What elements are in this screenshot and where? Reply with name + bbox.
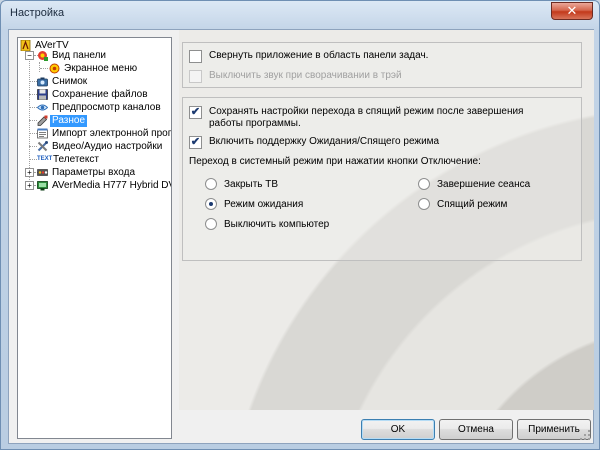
tree-item-save-files[interactable]: Сохранение файлов: [37, 88, 150, 101]
logoff-radio[interactable]: [418, 178, 430, 190]
logoff-label: Завершение сеанса: [437, 178, 531, 190]
save-sleep-settings-checkbox[interactable]: ✔: [189, 106, 202, 119]
mute-on-minimize-checkbox: [189, 70, 202, 83]
expand-toggle[interactable]: +: [25, 181, 34, 190]
shutdown-label: Выключить компьютер: [224, 218, 330, 230]
radio-shutdown[interactable]: Выключить компьютер: [205, 218, 329, 230]
tv-device-icon: [37, 181, 48, 191]
tree-item-tv-device[interactable]: AVerMedia H777 Hybrid DVB: [37, 179, 172, 192]
tree-item-panel-view[interactable]: Вид панели: [37, 49, 108, 62]
tree-item-label: Видео/Аудио настройки: [52, 140, 163, 152]
tree-item-label: Снимок: [52, 75, 88, 87]
minimize-to-tray-label: Свернуть приложение в область панели зад…: [209, 50, 429, 61]
sleep-label: Спящий режим: [437, 198, 508, 210]
dialog-client-area: AVerTV − Вид панели Экранное меню Снимок…: [8, 29, 594, 444]
resize-grip-icon[interactable]: [579, 429, 591, 441]
snapshot-icon: [37, 77, 48, 87]
tree-item-label: Предпросмотр каналов: [52, 101, 161, 113]
mute-on-minimize-option: Выключить звук при сворачивании в трэй: [189, 70, 402, 83]
tree-item-video-audio[interactable]: Видео/Аудио настройки: [37, 140, 164, 153]
close-tv-radio[interactable]: [205, 178, 217, 190]
tree-item-import-epg[interactable]: Импорт электронной прог: [37, 127, 172, 140]
close-tv-label: Закрыть ТВ: [224, 178, 279, 190]
standby-radio[interactable]: [205, 198, 217, 210]
tree-item-label: Разное: [50, 114, 88, 127]
tree-item-teletext[interactable]: TEXT Телетекст: [37, 153, 101, 166]
tray-options-group: Свернуть приложение в область панели зад…: [182, 42, 582, 88]
shutdown-radio[interactable]: [205, 218, 217, 230]
enable-standby-checkbox[interactable]: ✔: [189, 136, 202, 149]
teletext-icon: TEXT: [37, 156, 53, 162]
standby-label: Режим ожидания: [224, 198, 304, 210]
settings-window: Настройка ✕ AVerTV − Вид панели Экранное…: [0, 0, 600, 450]
close-icon: ✕: [566, 3, 578, 19]
tree-item-label: Сохранение файлов: [52, 88, 148, 100]
sleep-radio[interactable]: [418, 198, 430, 210]
tree-item-label: Телетекст: [53, 153, 99, 165]
mute-on-minimize-label: Выключить звук при сворачивании в трэй: [209, 70, 402, 81]
tools-icon: [37, 141, 48, 152]
tree-item-snapshot[interactable]: Снимок: [37, 75, 89, 88]
radio-standby[interactable]: Режим ожидания: [205, 198, 303, 210]
settings-tree[interactable]: AVerTV − Вид панели Экранное меню Снимок…: [17, 37, 172, 439]
power-options-group: ✔ Сохранять настройки перехода в спящий …: [182, 97, 582, 261]
tree-item-label: Параметры входа: [52, 166, 136, 178]
tree-item-label: Импорт электронной прог: [52, 127, 172, 139]
tree-item-misc[interactable]: Разное: [37, 114, 88, 127]
radio-sleep[interactable]: Спящий режим: [418, 198, 507, 210]
misc-icon: [37, 115, 48, 126]
off-button-action-label: Переход в системный режим при нажатии кн…: [189, 156, 481, 167]
save-sleep-settings-option[interactable]: ✔ Сохранять настройки перехода в спящий …: [189, 106, 549, 130]
tree-item-label: AVerMedia H777 Hybrid DVB: [52, 179, 172, 191]
eye-icon: [37, 104, 48, 111]
enable-standby-label: Включить поддержку Ожидания/Спящего режи…: [209, 136, 440, 147]
cancel-button[interactable]: Отмена: [439, 419, 513, 440]
tree-item-label: Вид панели: [52, 49, 107, 61]
close-button[interactable]: ✕: [551, 2, 593, 20]
expand-toggle[interactable]: +: [25, 168, 34, 177]
radio-logoff[interactable]: Завершение сеанса: [418, 178, 530, 190]
avertv-icon: [20, 40, 31, 51]
input-params-icon: [37, 169, 48, 176]
minimize-to-tray-option[interactable]: Свернуть приложение в область панели зад…: [189, 50, 428, 63]
save-disk-icon: [37, 89, 48, 100]
settings-panel: Свернуть приложение в область панели зад…: [179, 30, 594, 410]
panel-view-icon: [38, 51, 48, 61]
title-bar[interactable]: Настройка ✕: [1, 1, 599, 28]
enable-standby-option[interactable]: ✔ Включить поддержку Ожидания/Спящего ре…: [189, 136, 439, 149]
tree-item-channel-preview[interactable]: Предпросмотр каналов: [37, 101, 163, 114]
radio-close-tv[interactable]: Закрыть ТВ: [205, 178, 278, 190]
tree-item-label: Экранное меню: [64, 62, 138, 74]
import-epg-icon: [37, 128, 48, 139]
minimize-to-tray-checkbox[interactable]: [189, 50, 202, 63]
collapse-toggle[interactable]: −: [25, 51, 34, 60]
tree-item-input-params[interactable]: Параметры входа: [37, 166, 137, 179]
ok-button[interactable]: OK: [361, 419, 435, 440]
save-sleep-settings-label: Сохранять настройки перехода в спящий ре…: [209, 106, 524, 129]
tree-item-osd[interactable]: Экранное меню: [49, 62, 139, 75]
osd-icon: [49, 63, 60, 74]
window-title: Настройка: [10, 7, 65, 19]
